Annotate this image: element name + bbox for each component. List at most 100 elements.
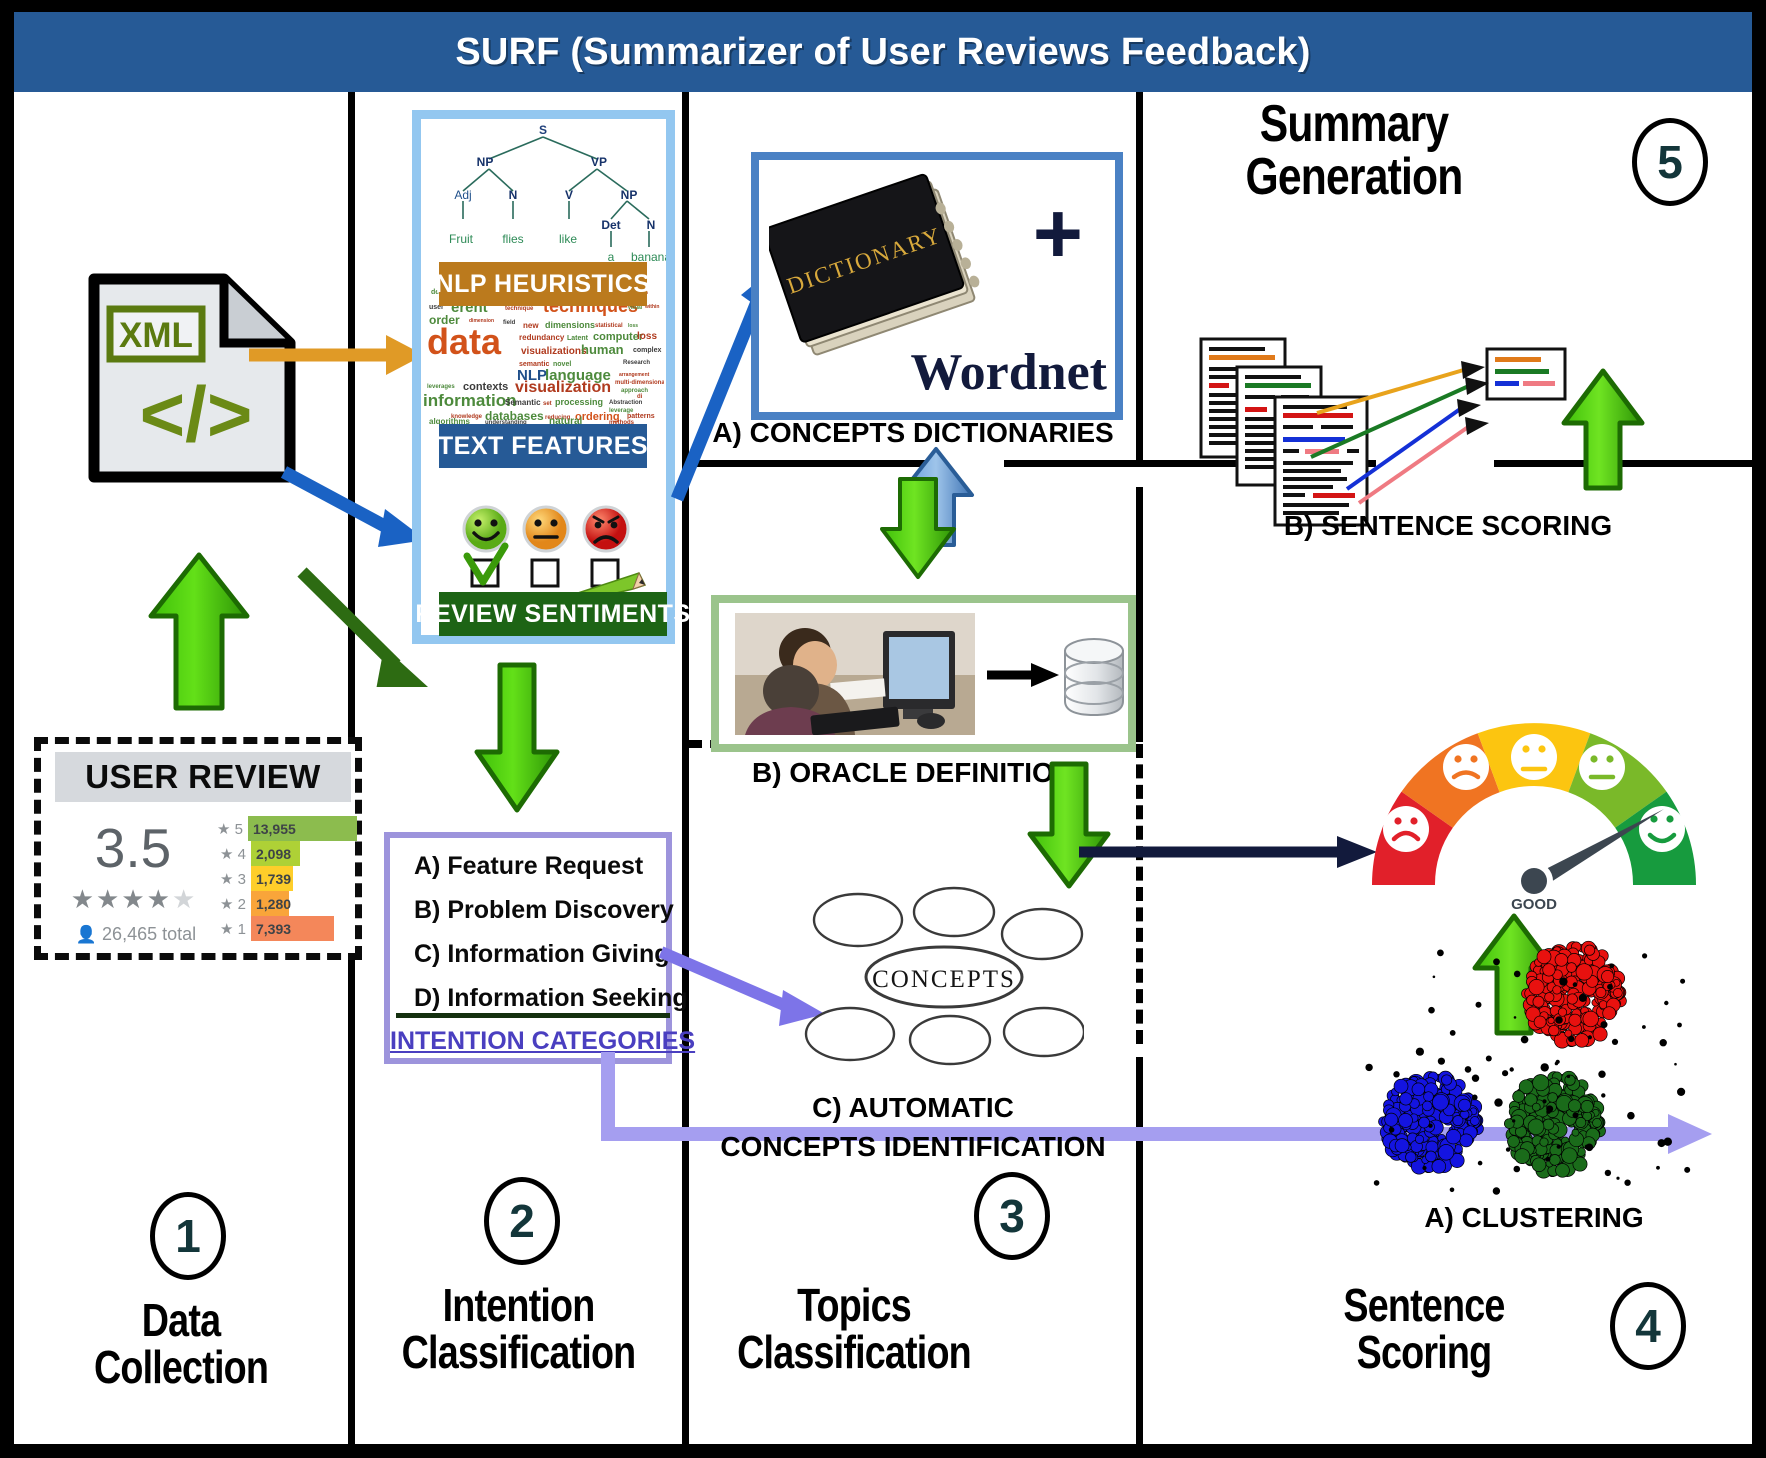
step-number-1: 1 <box>150 1192 226 1280</box>
rating-star-label: ★ 2 <box>220 895 246 913</box>
review-sentiments-button[interactable]: REVIEW SENTIMENTS <box>415 592 690 636</box>
step-number-4: 4 <box>1610 1282 1686 1370</box>
rating-row: ★ 1 7,393 <box>217 916 357 941</box>
intention-categories-box: A) Feature Request B) Problem Discovery … <box>384 832 695 1064</box>
user-review-histogram: ★ 5 13,955 ★ 4 2,098 ★ 3 1,739 ★ 2 1,280 ★ 1 7,39… <box>217 816 357 941</box>
step-3-line2: Classification <box>737 1325 972 1378</box>
column-separator-3 <box>1136 92 1143 462</box>
arrow-blue-text-features <box>280 466 426 547</box>
row-separator-topics-right <box>1004 460 1139 467</box>
concepts-bubble-diagram: CONCEPTS <box>804 886 1084 1066</box>
sentence-scoring-caption: B) SENTENCE SCORING <box>1283 510 1613 541</box>
sentiment-face-happy <box>462 505 510 553</box>
step-name-2: Intention Classification <box>384 1282 652 1376</box>
svg-text:S: S <box>539 123 547 137</box>
cluster-blue <box>1378 1070 1484 1175</box>
step-number-2: 2 <box>484 1177 560 1265</box>
svg-text:new: new <box>523 321 539 330</box>
rating-bar: 1,739 <box>251 866 293 891</box>
svg-text:technique: technique <box>505 306 534 312</box>
intention-item-c: C) Information Giving <box>414 940 670 968</box>
text-features-button[interactable]: TEXT FEATURES <box>438 424 648 468</box>
svg-text:loss: loss <box>628 323 638 329</box>
gauge-face-excellent <box>1639 806 1685 852</box>
rating-star-label: ★ 4 <box>220 845 246 863</box>
svg-text:visualization: visualization <box>515 379 611 396</box>
parse-tree-diagram: S NP VP Adj N V NP Det N Fruit flies lik… <box>449 123 666 264</box>
step-name-3: Topics Classification <box>719 1282 990 1376</box>
svg-text:arrangement: arrangement <box>619 372 650 378</box>
summary-documents-graphic <box>1199 337 1567 527</box>
intention-item-d: D) Information Seeking <box>414 984 688 1012</box>
user-review-score: 3.5 <box>94 817 172 879</box>
sentiment-face-neutral <box>522 505 570 553</box>
svg-text:statistical: statistical <box>595 323 623 329</box>
step-number-5: 5 <box>1632 118 1708 206</box>
rating-bar: 13,955 <box>247 816 357 841</box>
dictionary-book-icon: DICTIONARY <box>769 173 980 356</box>
gauge-label-good: GOOD <box>1511 896 1557 912</box>
svg-text:flies: flies <box>502 232 523 246</box>
svg-text:Semantic: Semantic <box>505 398 541 407</box>
wordnet-label: Wordnet <box>910 344 1107 401</box>
nlp-heuristics-button[interactable]: NLP HEURISTICS <box>436 262 650 306</box>
svg-text:N: N <box>647 218 656 232</box>
svg-text:N: N <box>509 188 518 202</box>
automatic-concepts-caption: C) AUTOMATIC CONCEPTS IDENTIFICATION <box>690 1092 1136 1163</box>
svg-text:Latent: Latent <box>567 335 589 342</box>
diagram-canvas: XML </> USER REVIEW 3.5 ★★★★★ 👤 26,465 t… <box>14 92 1752 1444</box>
gauge-face-not-good <box>1443 744 1489 790</box>
gauge-face-very-good <box>1579 744 1625 790</box>
step-number-3: 3 <box>974 1172 1050 1260</box>
arrow-black-concepts-to-clustering <box>1079 836 1377 868</box>
oracle-photo <box>735 613 975 735</box>
step-3-line1: Topics <box>797 1279 912 1331</box>
step-2-line2: Classification <box>401 1325 637 1378</box>
svg-text:data: data <box>427 321 502 362</box>
step-name-5: Summary Generation <box>1206 97 1501 207</box>
rating-row: ★ 4 2,098 <box>217 841 357 866</box>
svg-text:field: field <box>503 320 516 326</box>
svg-text:multi-dimensional: multi-dimensional <box>615 380 664 386</box>
svg-text:processing: processing <box>555 397 603 407</box>
rating-bar: 1,280 <box>251 891 291 916</box>
step-1-line1: Data <box>141 1294 221 1346</box>
rating-star-label: ★ 3 <box>220 870 246 888</box>
svg-text:visualizations: visualizations <box>521 346 587 357</box>
svg-text:algorithms: algorithms <box>429 417 470 424</box>
svg-text:Det: Det <box>601 218 620 232</box>
rating-star-label: ★ 1 <box>220 920 246 938</box>
xml-to-features-arrows <box>249 335 428 687</box>
automatic-concepts-line2: CONCEPTS IDENTIFICATION <box>720 1131 1106 1163</box>
rating-row: ★ 5 13,955 <box>217 816 357 841</box>
intention-item-a: A) Feature Request <box>414 852 644 880</box>
svg-text:NP: NP <box>621 188 638 202</box>
clustering-caption: A) CLUSTERING <box>1424 1202 1644 1233</box>
arrow-up-to-xml <box>148 552 250 711</box>
gauge-hub <box>1521 868 1547 894</box>
database-icon <box>1064 638 1124 717</box>
svg-text:Adj: Adj <box>454 188 471 202</box>
column-separator-3-dashed <box>1136 744 1143 1044</box>
user-review-stars: ★★★★★ <box>70 884 198 914</box>
step-name-4: Sentence Scoring <box>1285 1282 1564 1376</box>
arrow-pair-dictionary-oracle <box>880 447 974 579</box>
step-5-line2: Generation <box>1245 148 1464 207</box>
gauge-face-bad <box>1383 806 1429 852</box>
title-bar: SURF (Summarizer of User Reviews Feedbac… <box>14 12 1752 92</box>
svg-text:human: human <box>581 342 624 357</box>
text-feature-panel: S NP VP Adj N V NP Det N Fruit flies lik… <box>412 110 690 644</box>
svg-text:set: set <box>543 401 552 407</box>
concepts-dictionaries-box: DICTIONARY + Wordnet <box>751 152 1123 420</box>
svg-text:dimensions: dimensions <box>545 320 595 330</box>
automatic-concepts-line1: C) AUTOMATIC <box>812 1092 1014 1123</box>
svg-text:Research: Research <box>623 360 650 366</box>
svg-text:complex: complex <box>633 347 662 354</box>
column-separator-3b <box>1136 487 1143 742</box>
rating-star-label: ★ 5 <box>217 820 243 838</box>
step-4-line2: Scoring <box>1356 1325 1493 1378</box>
gauge-face-good <box>1511 734 1557 780</box>
plus-sign: + <box>1032 186 1083 282</box>
rating-row: ★ 3 1,739 <box>217 866 357 891</box>
arrow-down-to-intention <box>474 662 560 813</box>
